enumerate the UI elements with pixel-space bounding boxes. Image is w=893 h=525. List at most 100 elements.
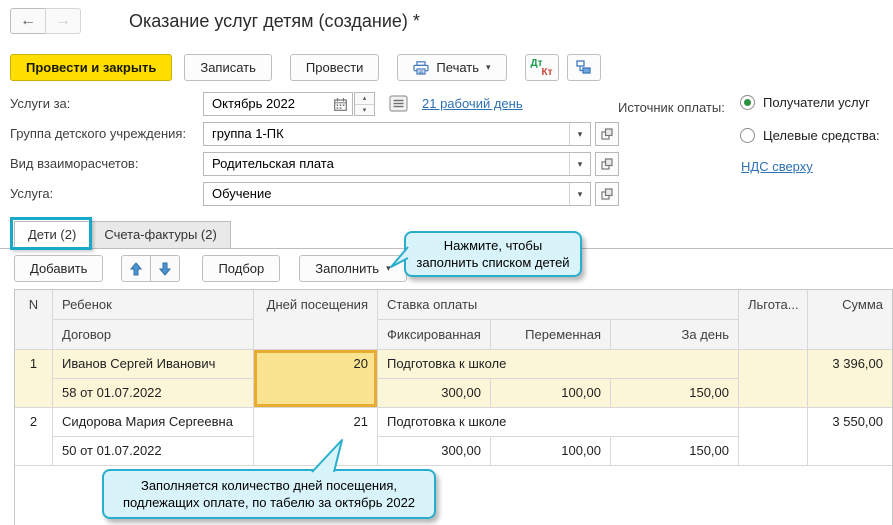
radio-selected-icon xyxy=(740,95,755,110)
settlement-dropdown-icon[interactable]: ▾ xyxy=(569,153,590,175)
group-field[interactable]: группа 1-ПК ▾ xyxy=(203,122,591,146)
service-label: Услуга: xyxy=(10,182,53,206)
row2-per-day[interactable]: 150,00 xyxy=(611,437,739,466)
service-dropdown-icon[interactable]: ▾ xyxy=(569,183,590,205)
calendar-icon[interactable] xyxy=(328,93,352,115)
radio-unselected-icon xyxy=(740,128,755,143)
forward-button[interactable]: → xyxy=(45,8,81,34)
row2-benefit[interactable] xyxy=(739,408,808,466)
arrow-down-icon xyxy=(159,262,171,276)
row1-num[interactable]: 1 xyxy=(15,350,53,408)
forward-arrow-icon: → xyxy=(55,12,71,30)
service-field[interactable]: Обучение ▾ xyxy=(203,182,591,206)
days-hint-text: Заполняется количество дней посещения, п… xyxy=(123,478,415,510)
callout-tail-icon xyxy=(390,246,408,270)
related-documents-button[interactable] xyxy=(567,54,601,81)
print-button-label: Печать xyxy=(436,60,479,75)
row1-contract[interactable]: 58 от 01.07.2022 xyxy=(53,379,254,408)
row2-fixed[interactable]: 300,00 xyxy=(378,437,491,466)
settlement-value[interactable]: Родительская плата xyxy=(204,153,569,175)
period-label: Услуги за: xyxy=(10,92,70,116)
fill-button-label: Заполнить xyxy=(315,261,379,276)
spin-up-icon[interactable]: ▴ xyxy=(355,93,374,105)
row2-contract[interactable]: 50 от 01.07.2022 xyxy=(53,437,254,466)
col-header-num: N xyxy=(15,290,53,350)
row1-fixed[interactable]: 300,00 xyxy=(378,379,491,408)
back-button[interactable]: ← xyxy=(10,8,46,34)
row2-child[interactable]: Сидорова Мария Сергеевна xyxy=(53,408,254,437)
working-days-link[interactable]: 21 рабочий день xyxy=(422,96,523,111)
radio-targeted-label: Целевые средства: xyxy=(763,128,880,143)
row1-rate[interactable]: Подготовка к школе xyxy=(378,350,739,379)
timesheet-list-icon[interactable] xyxy=(389,95,408,112)
days-hint-callout: Заполняется количество дней посещения, п… xyxy=(102,469,436,519)
print-button[interactable]: Печать ▾ xyxy=(397,54,506,81)
post-and-close-button[interactable]: Провести и закрыть xyxy=(10,54,172,81)
dt-kt-icon: ДтКт xyxy=(531,59,553,77)
fill-hint-text: Нажмите, чтобы заполнить списком детей xyxy=(416,238,569,270)
payment-source-label: Источник оплаты: xyxy=(618,96,725,120)
period-value[interactable]: Октябрь 2022 xyxy=(204,93,328,115)
page-title: Оказание услуг детям (создание) * xyxy=(129,11,420,32)
row2-variable[interactable]: 100,00 xyxy=(491,437,611,466)
row1-days-selected-cell[interactable]: 20 xyxy=(254,350,378,408)
add-row-button[interactable]: Добавить xyxy=(14,255,103,282)
settlement-label: Вид взаиморасчетов: xyxy=(10,152,138,176)
period-field[interactable]: Октябрь 2022 xyxy=(203,92,353,116)
col-header-rate: Ставка оплаты xyxy=(378,290,739,320)
back-arrow-icon: ← xyxy=(20,12,36,30)
post-button[interactable]: Провести xyxy=(290,54,380,81)
radio-payment-targeted[interactable]: Целевые средства: xyxy=(740,128,880,143)
row1-total[interactable]: 3 396,00 xyxy=(808,350,892,408)
col-header-total: Сумма xyxy=(808,290,892,350)
fill-hint-callout: Нажмите, чтобы заполнить списком детей xyxy=(404,231,582,277)
related-documents-icon xyxy=(576,60,591,75)
form-row-service: Услуга: Обучение ▾ xyxy=(0,182,893,206)
service-open-button[interactable] xyxy=(595,182,619,206)
tab-invoices[interactable]: Счета-фактуры (2) xyxy=(90,221,230,248)
document-toolbar: Провести и закрыть Записать Провести Печ… xyxy=(10,54,601,81)
tab-children[interactable]: Дети (2) xyxy=(14,221,90,249)
table-row: 2 Сидорова Мария Сергеевна 21 Подготовка… xyxy=(15,408,892,466)
group-dropdown-icon[interactable]: ▾ xyxy=(569,123,590,145)
col-header-variable: Переменная xyxy=(491,320,611,350)
group-label: Группа детского учреждения: xyxy=(10,122,186,146)
settlement-field[interactable]: Родительская плата ▾ xyxy=(203,152,591,176)
save-button[interactable]: Записать xyxy=(184,54,272,81)
service-value[interactable]: Обучение xyxy=(204,183,569,205)
callout-tail-icon xyxy=(304,440,344,473)
printer-icon xyxy=(413,61,429,75)
period-stepper: ▴ ▾ xyxy=(354,92,375,116)
row2-total[interactable]: 3 550,00 xyxy=(808,408,892,466)
table-header: N Ребенок Дней посещения Ставка оплаты Л… xyxy=(15,290,892,350)
group-value[interactable]: группа 1-ПК xyxy=(204,123,569,145)
pick-button[interactable]: Подбор xyxy=(202,255,280,282)
move-buttons xyxy=(121,255,180,282)
settlement-open-button[interactable] xyxy=(595,152,619,176)
dt-kt-button[interactable]: ДтКт xyxy=(525,54,559,81)
titlebar: ← → Оказание услуг детям (создание) * xyxy=(10,8,420,34)
row2-num[interactable]: 2 xyxy=(15,408,53,466)
children-list-toolbar: Добавить Подбор Заполнить ▾ xyxy=(14,255,407,282)
col-header-contract: Договор xyxy=(53,320,254,350)
spin-down-icon[interactable]: ▾ xyxy=(355,105,374,116)
vat-link[interactable]: НДС сверху xyxy=(741,159,813,174)
col-header-per-day: За день xyxy=(611,320,739,350)
row1-variable[interactable]: 100,00 xyxy=(491,379,611,408)
row1-per-day[interactable]: 150,00 xyxy=(611,379,739,408)
radio-recipients-label: Получатели услуг xyxy=(763,95,870,110)
group-open-button[interactable] xyxy=(595,122,619,146)
nav-buttons: ← → xyxy=(10,8,81,34)
arrow-up-icon xyxy=(130,262,142,276)
move-up-button[interactable] xyxy=(121,255,151,282)
row2-rate[interactable]: Подготовка к школе xyxy=(378,408,739,437)
col-header-fixed: Фиксированная xyxy=(378,320,491,350)
radio-payment-recipients[interactable]: Получатели услуг xyxy=(740,95,870,110)
col-header-benefit: Льгота... xyxy=(739,290,808,350)
move-down-button[interactable] xyxy=(150,255,180,282)
row1-child[interactable]: Иванов Сергей Иванович xyxy=(53,350,254,379)
row1-benefit[interactable] xyxy=(739,350,808,408)
col-header-days: Дней посещения xyxy=(254,290,378,350)
table-row: 1 Иванов Сергей Иванович 20 Подготовка к… xyxy=(15,350,892,408)
col-header-child: Ребенок xyxy=(53,290,254,320)
